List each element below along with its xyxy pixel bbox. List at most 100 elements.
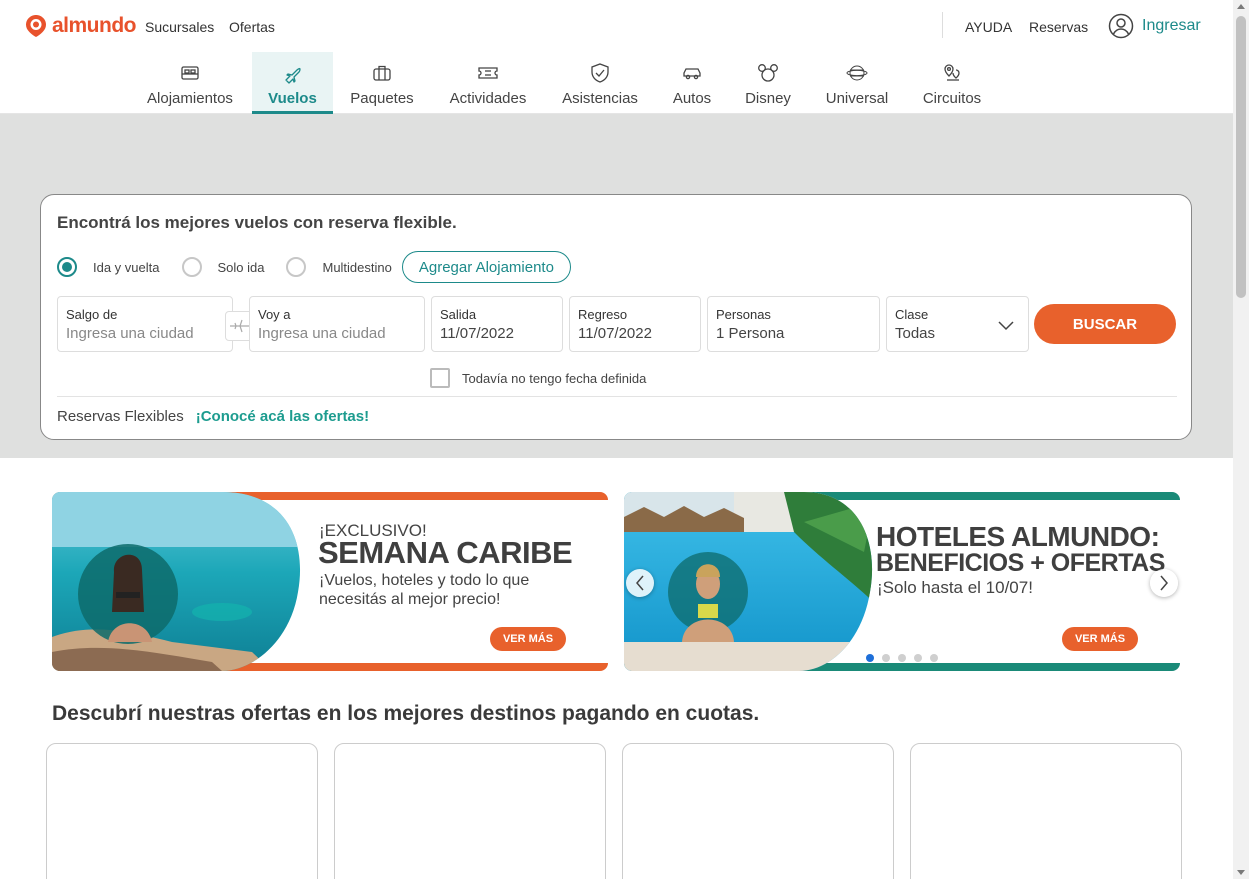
radio-solo-ida[interactable]: Solo ida xyxy=(181,257,265,277)
car-icon xyxy=(683,68,701,80)
tab-label: Universal xyxy=(825,90,889,107)
offer-card[interactable] xyxy=(910,743,1182,879)
cabin-class-select[interactable]: Clase Todas xyxy=(886,296,1029,352)
radio-dot xyxy=(57,257,77,277)
destination-label: Voy a xyxy=(258,307,291,322)
bed-icon xyxy=(181,66,199,80)
carousel-dot[interactable] xyxy=(898,654,906,662)
suitcase-icon xyxy=(373,65,391,81)
carousel-dot[interactable] xyxy=(930,654,938,662)
tab-universal[interactable]: Universal xyxy=(816,52,898,114)
almundo-logo[interactable]: almundo xyxy=(24,14,137,38)
passengers-field[interactable]: Personas 1 Persona xyxy=(707,296,880,352)
link-ayuda[interactable]: AYUDA xyxy=(965,19,1012,35)
tab-circuitos[interactable]: Circuitos xyxy=(912,52,992,114)
offer-card[interactable] xyxy=(334,743,606,879)
header-divider xyxy=(942,12,943,38)
search-title: Encontrá los mejores vuelos con reserva … xyxy=(57,213,457,232)
tab-label: Paquetes xyxy=(350,90,414,107)
link-reservas[interactable]: Reservas xyxy=(1029,19,1088,35)
offers-section-title: Descubrí nuestras ofertas en los mejores… xyxy=(52,702,760,725)
ver-mas-button[interactable]: VER MÁS xyxy=(1062,627,1138,651)
no-date-checkbox[interactable]: Todavía no tengo fecha definida xyxy=(430,368,646,388)
login-button[interactable]: Ingresar xyxy=(1108,13,1201,39)
scrollbar-thumb[interactable] xyxy=(1236,16,1246,298)
login-label: Ingresar xyxy=(1142,17,1201,34)
carousel-dot[interactable] xyxy=(866,654,874,662)
return-label: Regreso xyxy=(578,307,628,322)
swap-airplane-icon xyxy=(230,319,250,333)
tab-vuelos[interactable]: Vuelos xyxy=(252,52,333,114)
link-ofertas[interactable]: Ofertas xyxy=(229,19,275,35)
radio-label: Solo ida xyxy=(217,259,265,275)
banner-subtitle-line2: necesitás al mejor precio! xyxy=(319,591,501,608)
offer-card[interactable] xyxy=(46,743,318,879)
chevron-right-icon xyxy=(1160,575,1168,591)
tab-asistencias[interactable]: Asistencias xyxy=(554,52,646,114)
tab-autos[interactable]: Autos xyxy=(664,52,720,114)
radio-ida-y-vuelta[interactable]: Ida y vuelta xyxy=(57,257,160,277)
tab-label: Autos xyxy=(672,90,712,107)
product-nav: Alojamientos Vuelos Paquetes Actividades… xyxy=(0,52,1233,114)
flight-search-form: Encontrá los mejores vuelos con reserva … xyxy=(40,194,1192,440)
cabin-value: Todas xyxy=(895,325,936,342)
promo-banner-hoteles-almundo[interactable]: HOTELES ALMUNDO: BENEFICIOS + OFERTAS ¡S… xyxy=(624,492,1180,671)
flexible-bookings-row: Reservas Flexibles ¡Conocé acá las ofert… xyxy=(57,408,369,425)
carousel-dot[interactable] xyxy=(914,654,922,662)
radio-dot xyxy=(286,257,307,277)
radio-label: Multidestino xyxy=(322,259,392,275)
banner-title-line2: BENEFICIOS + OFERTAS xyxy=(876,549,1165,577)
carousel-pagination xyxy=(866,654,938,662)
link-sucursales[interactable]: Sucursales xyxy=(145,19,214,35)
chevron-left-icon xyxy=(636,575,644,591)
hero-section: Encontrá los mejores vuelos con reserva … xyxy=(0,114,1233,458)
radio-multidestino[interactable]: Multidestino xyxy=(286,257,392,277)
carousel-prev-button[interactable] xyxy=(626,569,654,597)
banner-title: SEMANA CARIBE xyxy=(318,535,573,570)
cabin-label: Clase xyxy=(895,307,929,322)
tab-label: Asistencias xyxy=(562,90,638,107)
tab-label: Circuitos xyxy=(922,90,982,107)
search-button[interactable]: BUSCAR xyxy=(1034,304,1176,344)
departure-label: Salida xyxy=(440,307,477,322)
chevron-down-icon xyxy=(998,321,1014,331)
flexible-offers-link[interactable]: ¡Conocé acá las ofertas! xyxy=(196,408,369,425)
return-date-field[interactable]: Regreso 11/07/2022 xyxy=(569,296,701,352)
passengers-value: 1 Persona xyxy=(716,325,785,342)
destination-input[interactable]: Ingresa una ciudad xyxy=(258,325,386,342)
banner-subtitle-line1: ¡Vuelos, hoteles y todo lo que xyxy=(319,572,530,589)
radio-dot xyxy=(181,257,202,277)
origin-input[interactable]: Ingresa una ciudad xyxy=(66,325,194,342)
logo-text: almundo xyxy=(52,14,137,37)
shield-icon xyxy=(591,63,609,83)
checkbox-box[interactable] xyxy=(430,368,450,388)
promo-banner-semana-caribe[interactable]: ¡EXCLUSIVO! SEMANA CARIBE ¡Vuelos, hotel… xyxy=(52,492,608,671)
add-lodging-button[interactable]: Agregar Alojamiento xyxy=(401,251,571,283)
origin-field[interactable]: Salgo de Ingresa una ciudad xyxy=(57,296,233,352)
offer-card[interactable] xyxy=(622,743,894,879)
tab-label: Alojamientos xyxy=(147,90,233,107)
map-pin-icon xyxy=(944,64,960,81)
passengers-label: Personas xyxy=(716,307,771,322)
vertical-scrollbar[interactable] xyxy=(1233,0,1249,879)
carousel-dot[interactable] xyxy=(882,654,890,662)
ver-mas-button[interactable]: VER MÁS xyxy=(490,627,566,651)
scroll-up-arrow-icon[interactable] xyxy=(1237,4,1245,9)
ticket-icon xyxy=(478,67,498,79)
banner-subtitle: ¡Solo hasta el 10/07! xyxy=(877,578,1033,597)
tab-alojamientos[interactable]: Alojamientos xyxy=(140,52,240,114)
page: almundo Sucursales Ofertas AYUDA Reserva… xyxy=(0,0,1233,879)
tab-paquetes[interactable]: Paquetes xyxy=(342,52,422,114)
destination-field[interactable]: Voy a Ingresa una ciudad xyxy=(249,296,425,352)
tab-label: Disney xyxy=(745,90,791,107)
tab-disney[interactable]: Disney xyxy=(736,52,800,114)
tab-actividades[interactable]: Actividades xyxy=(440,52,536,114)
departure-date-field[interactable]: Salida 11/07/2022 xyxy=(431,296,563,352)
origin-label: Salgo de xyxy=(66,307,118,322)
pool-resort-photo xyxy=(624,492,873,671)
divider xyxy=(57,396,1177,397)
scroll-down-arrow-icon[interactable] xyxy=(1237,870,1245,875)
flexible-label: Reservas Flexibles xyxy=(57,408,184,425)
radio-label: Ida y vuelta xyxy=(93,259,160,275)
carousel-next-button[interactable] xyxy=(1150,569,1178,597)
